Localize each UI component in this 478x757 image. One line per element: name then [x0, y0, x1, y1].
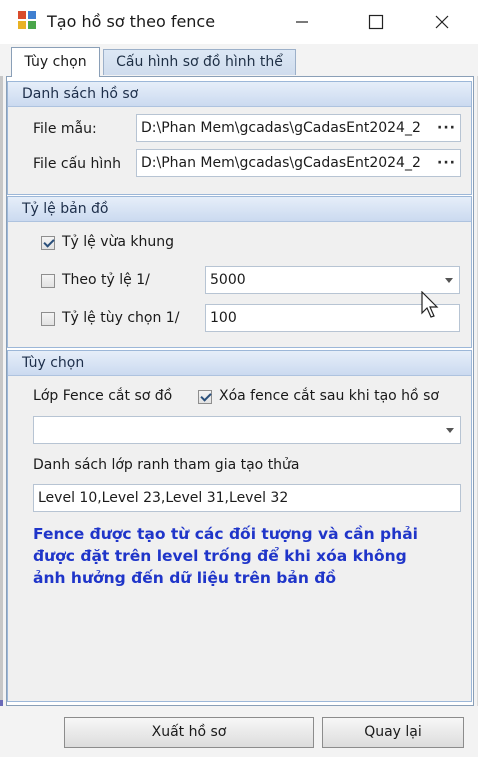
window: Tạo hồ sơ theo fence Tùy chọn Cấu hình s…: [0, 0, 478, 757]
cursor-icon: [421, 291, 439, 318]
boundary-layers-input[interactable]: Level 10,Level 23,Level 31,Level 32: [33, 484, 461, 512]
tab-strip: Tùy chọn Cấu hình sơ đồ hình thể: [0, 44, 478, 77]
config-file-field[interactable]: D:\Phan Mem\gcadas\gCadasEnt2024_2 ···: [136, 149, 461, 177]
scale-select[interactable]: 5000: [205, 266, 460, 294]
minimize-icon: [296, 21, 308, 23]
config-file-label: File cấu hình: [33, 156, 121, 172]
boundary-layers-label: Danh sách lớp ranh tham gia tạo thửa: [33, 457, 300, 473]
scale-group-header[interactable]: Tỷ lệ bản đồ: [8, 197, 471, 222]
window-title: Tạo hồ sơ theo fence: [47, 12, 216, 31]
options-group-header[interactable]: Tùy chọn: [8, 351, 471, 376]
config-file-value: D:\Phan Mem\gcadas\gCadasEnt2024_2: [141, 155, 421, 171]
app-icon: [18, 11, 38, 31]
by-scale-checkbox[interactable]: [41, 274, 55, 288]
template-browse-button[interactable]: ···: [437, 115, 456, 141]
fit-frame-label[interactable]: Tỷ lệ vừa khung: [62, 234, 174, 250]
scale-select-value: 5000: [210, 272, 246, 288]
tab-options[interactable]: Tùy chọn: [11, 47, 100, 77]
minimize-button[interactable]: [280, 6, 324, 38]
fence-layer-label: Lớp Fence cắt sơ đồ: [33, 388, 173, 404]
fit-frame-checkbox[interactable]: [41, 236, 55, 250]
maximize-button[interactable]: [354, 6, 398, 38]
template-file-field[interactable]: D:\Phan Mem\gcadas\gCadasEnt2024_2 ···: [136, 114, 461, 142]
boundary-layers-value: Level 10,Level 23,Level 31,Level 32: [38, 490, 289, 506]
template-file-label: File mẫu:: [33, 121, 97, 137]
title-bar[interactable]: Tạo hồ sơ theo fence: [0, 0, 478, 44]
tab-diagram-config[interactable]: Cấu hình sơ đồ hình thể: [103, 49, 296, 75]
left-edge: [0, 0, 3, 757]
files-group-header[interactable]: Danh sách hồ sơ: [8, 82, 471, 107]
template-file-value: D:\Phan Mem\gcadas\gCadasEnt2024_2: [141, 120, 421, 136]
custom-scale-checkbox[interactable]: [41, 312, 55, 326]
by-scale-label[interactable]: Theo tỷ lệ 1/: [62, 272, 150, 288]
delete-fence-label[interactable]: Xóa fence cắt sau khi tạo hồ sơ: [219, 388, 439, 404]
fence-layer-select[interactable]: [33, 416, 461, 444]
back-button[interactable]: Quay lại: [322, 717, 464, 748]
export-button[interactable]: Xuất hồ sơ: [64, 717, 314, 748]
custom-scale-label[interactable]: Tỷ lệ tùy chọn 1/: [62, 310, 179, 326]
chevron-down-icon[interactable]: [446, 428, 454, 433]
fence-note: Fence được tạo từ các đối tượng và cần p…: [33, 525, 418, 587]
custom-scale-value: 100: [210, 310, 237, 326]
close-icon: [435, 15, 449, 29]
config-browse-button[interactable]: ···: [437, 150, 456, 176]
maximize-icon: [368, 14, 384, 30]
delete-fence-checkbox[interactable]: [198, 390, 212, 404]
chevron-down-icon[interactable]: [445, 278, 453, 283]
close-button[interactable]: [420, 6, 464, 38]
